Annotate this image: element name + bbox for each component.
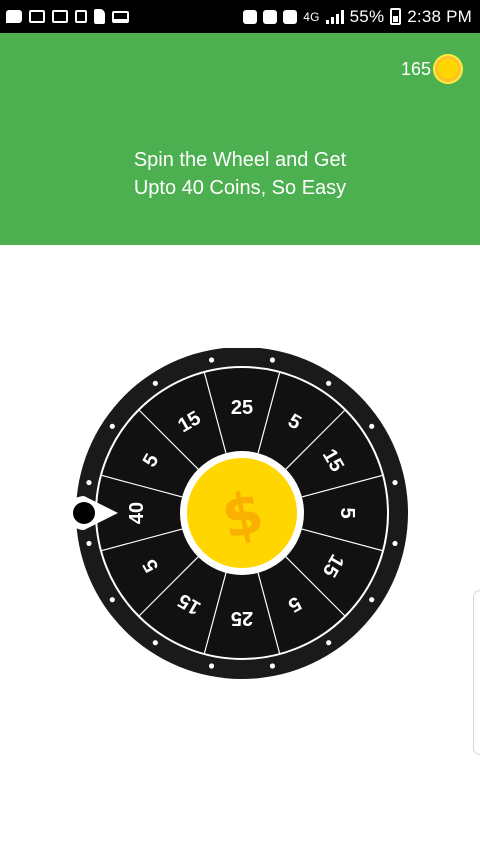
- rim-light: [86, 479, 92, 486]
- rim-light: [369, 423, 375, 429]
- rim-light: [326, 640, 332, 646]
- rim-light: [152, 640, 158, 646]
- mail-icon: [29, 10, 45, 23]
- alarm-lock-icon: [243, 9, 258, 24]
- rim-light: [392, 479, 398, 486]
- rim-light: [109, 597, 115, 603]
- segment-label: 25: [231, 397, 253, 419]
- pointer-dot: [73, 502, 95, 524]
- spin-wheel[interactable]: 40 5 15 25 5 15 5 15 5 25 15 5 $: [72, 348, 412, 688]
- laptop-icon: [112, 10, 129, 23]
- mute-icon: [263, 9, 278, 24]
- rim-light: [369, 597, 375, 603]
- spin-wheel-graphic[interactable]: 40515 25515515525155 $: [72, 348, 412, 688]
- sim-card-icon: [94, 9, 105, 24]
- segment-label: 25: [231, 607, 253, 629]
- tagline-line-1: Spin the Wheel and Get: [133, 149, 347, 171]
- alarm-icon: [283, 9, 298, 24]
- rim-light: [208, 663, 215, 669]
- coin-count: 165: [400, 58, 431, 79]
- status-bar: 4G 55% 2:38 PM: [0, 0, 480, 33]
- tagline: Spin the Wheel and Get Upto 40 Coins, So…: [0, 146, 480, 202]
- rim-light: [326, 380, 332, 386]
- rim-light: [152, 380, 158, 386]
- tagline-line-2: Upto 40 Coins, So Easy: [133, 177, 347, 199]
- battery-icon: [390, 8, 402, 25]
- segment-label: 5: [336, 507, 358, 518]
- chat-icon: [6, 10, 22, 23]
- segment-label: 40: [126, 502, 148, 524]
- rim-light: [109, 423, 115, 429]
- rim-light: [269, 663, 276, 669]
- clock: 2:38 PM: [407, 6, 472, 26]
- notification-icons: [6, 9, 129, 24]
- battery-percent: 55%: [349, 6, 385, 26]
- photo-icon: [52, 10, 68, 23]
- rim-light: [208, 357, 215, 363]
- rim-light: [86, 540, 92, 547]
- rim-light: [392, 540, 398, 547]
- usb-icon: [75, 10, 87, 23]
- system-status: 4G 55% 2:38 PM: [243, 7, 472, 27]
- network-type: 4G: [303, 9, 320, 24]
- coin-icon: [433, 54, 463, 84]
- signal-icon: [325, 9, 344, 24]
- rim-light: [269, 357, 276, 363]
- edge-panel-handle[interactable]: [473, 590, 480, 755]
- coin-counter: 165: [401, 54, 463, 84]
- header-banner: 165 Spin the Wheel and Get Upto 40 Coins…: [0, 33, 480, 245]
